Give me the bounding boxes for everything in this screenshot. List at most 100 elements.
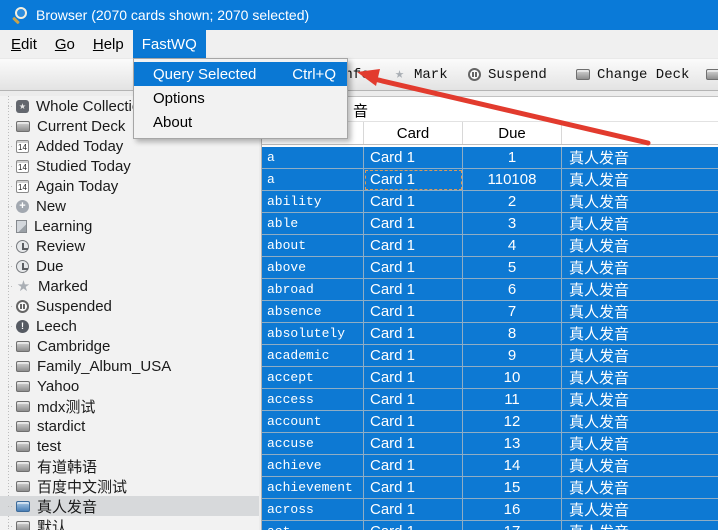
cell-card[interactable]: Card 1 xyxy=(364,521,463,530)
cell-sort[interactable]: absolutely xyxy=(262,323,364,345)
menu-item-query-selected[interactable]: Query SelectedCtrl+Q xyxy=(134,62,347,86)
cell-due[interactable]: 1 xyxy=(463,147,562,169)
cell-sort[interactable]: across xyxy=(262,499,364,521)
table-row[interactable]: ableCard 13真人发音 xyxy=(262,213,718,235)
cell-due[interactable]: 10 xyxy=(463,367,562,389)
sidebar-item[interactable]: mdx测试 xyxy=(0,396,259,416)
cell-card[interactable]: Card 1 xyxy=(364,257,463,279)
cell-due[interactable]: 8 xyxy=(463,323,562,345)
cell-due[interactable]: 2 xyxy=(463,191,562,213)
cell-sort[interactable]: ability xyxy=(262,191,364,213)
cell-card[interactable]: Card 1 xyxy=(364,213,463,235)
cell-sort[interactable]: academic xyxy=(262,345,364,367)
menu-edit[interactable]: Edit xyxy=(2,30,46,58)
menu-fastwq[interactable]: FastWQ xyxy=(133,30,206,58)
column-header-deck[interactable] xyxy=(562,122,718,144)
table-row[interactable]: acrossCard 116真人发音 xyxy=(262,499,718,521)
cell-card[interactable]: Card 1 xyxy=(364,235,463,257)
table-row[interactable]: actCard 117真人发音 xyxy=(262,521,718,530)
cell-card[interactable]: Card 1 xyxy=(364,433,463,455)
cell-due[interactable]: 110108 xyxy=(463,169,562,191)
toolbar-mark[interactable]: Mark xyxy=(392,59,448,90)
sidebar-item[interactable]: Again Today xyxy=(0,176,259,196)
sidebar-item[interactable]: Yahoo xyxy=(0,376,259,396)
sidebar-item[interactable]: Suspended xyxy=(0,296,259,316)
cell-card[interactable]: Card 1 xyxy=(364,455,463,477)
cell-card[interactable]: Card 1 xyxy=(364,279,463,301)
table-row[interactable]: absenceCard 17真人发音 xyxy=(262,301,718,323)
cell-deck[interactable]: 真人发音 xyxy=(562,213,718,235)
table-row[interactable]: academicCard 19真人发音 xyxy=(262,345,718,367)
cell-due[interactable]: 15 xyxy=(463,477,562,499)
cell-card[interactable]: Card 1 xyxy=(364,367,463,389)
table-row[interactable]: aCard 11真人发音 xyxy=(262,147,718,169)
sidebar-item[interactable]: Studied Today xyxy=(0,156,259,176)
cell-deck[interactable]: 真人发音 xyxy=(562,257,718,279)
table-row[interactable]: aboveCard 15真人发音 xyxy=(262,257,718,279)
cell-deck[interactable]: 真人发音 xyxy=(562,367,718,389)
table-row[interactable]: absolutelyCard 18真人发音 xyxy=(262,323,718,345)
cell-due[interactable]: 16 xyxy=(463,499,562,521)
cell-deck[interactable]: 真人发音 xyxy=(562,191,718,213)
cell-deck[interactable]: 真人发音 xyxy=(562,345,718,367)
cell-due[interactable]: 12 xyxy=(463,411,562,433)
sidebar-item[interactable]: Learning xyxy=(0,216,259,236)
cell-card[interactable]: Card 1 xyxy=(364,147,463,169)
cell-sort[interactable]: a xyxy=(262,169,364,191)
cell-due[interactable]: 4 xyxy=(463,235,562,257)
cell-deck[interactable]: 真人发音 xyxy=(562,411,718,433)
cell-deck[interactable]: 真人发音 xyxy=(562,235,718,257)
cell-deck[interactable]: 真人发音 xyxy=(562,477,718,499)
menu-go[interactable]: Go xyxy=(46,30,84,58)
cell-sort[interactable]: access xyxy=(262,389,364,411)
sidebar-item[interactable]: Leech xyxy=(0,316,259,336)
column-header-card[interactable]: Card xyxy=(364,122,463,144)
cell-sort[interactable]: a xyxy=(262,147,364,169)
cell-sort[interactable]: achievement xyxy=(262,477,364,499)
sidebar-item[interactable]: 真人发音 xyxy=(0,496,259,516)
sidebar-item[interactable]: stardict xyxy=(0,416,259,436)
cell-deck[interactable]: 真人发音 xyxy=(562,147,718,169)
cell-card[interactable]: Card 1 xyxy=(364,499,463,521)
sidebar-item[interactable]: Marked xyxy=(0,276,259,296)
cell-deck[interactable]: 真人发音 xyxy=(562,279,718,301)
cell-card[interactable]: Card 1 xyxy=(364,389,463,411)
cell-sort[interactable]: act xyxy=(262,521,364,530)
cell-sort[interactable]: above xyxy=(262,257,364,279)
sidebar-item[interactable]: 百度中文测试 xyxy=(0,476,259,496)
table-row[interactable]: acceptCard 110真人发音 xyxy=(262,367,718,389)
cell-due[interactable]: 5 xyxy=(463,257,562,279)
sidebar-item[interactable]: test xyxy=(0,436,259,456)
cell-deck[interactable]: 真人发音 xyxy=(562,301,718,323)
cell-due[interactable]: 3 xyxy=(463,213,562,235)
cell-card[interactable]: Card 1 xyxy=(364,191,463,213)
cell-card[interactable]: Card 1 xyxy=(364,345,463,367)
cell-sort[interactable]: account xyxy=(262,411,364,433)
cell-card[interactable]: Card 1 xyxy=(364,169,463,191)
table-row[interactable]: accountCard 112真人发音 xyxy=(262,411,718,433)
cell-deck[interactable]: 真人发音 xyxy=(562,499,718,521)
cell-sort[interactable]: achieve xyxy=(262,455,364,477)
cell-sort[interactable]: accuse xyxy=(262,433,364,455)
table-row[interactable]: abilityCard 12真人发音 xyxy=(262,191,718,213)
sidebar-item[interactable]: Cambridge xyxy=(0,336,259,356)
cell-due[interactable]: 6 xyxy=(463,279,562,301)
sidebar-item[interactable]: Added Today xyxy=(0,136,259,156)
menu-help[interactable]: Help xyxy=(84,30,133,58)
menu-item-about[interactable]: About xyxy=(134,110,347,134)
cell-deck[interactable]: 真人发音 xyxy=(562,433,718,455)
cell-deck[interactable]: 真人发音 xyxy=(562,323,718,345)
sidebar-item[interactable]: 默认 xyxy=(0,516,259,530)
table-row[interactable]: accessCard 111真人发音 xyxy=(262,389,718,411)
cell-sort[interactable]: able xyxy=(262,213,364,235)
table-row[interactable]: aboutCard 14真人发音 xyxy=(262,235,718,257)
table-row[interactable]: accuseCard 113真人发音 xyxy=(262,433,718,455)
cell-due[interactable]: 13 xyxy=(463,433,562,455)
cell-card[interactable]: Card 1 xyxy=(364,477,463,499)
cell-card[interactable]: Card 1 xyxy=(364,323,463,345)
cell-due[interactable]: 7 xyxy=(463,301,562,323)
sidebar-item[interactable]: Due xyxy=(0,256,259,276)
cell-deck[interactable]: 真人发音 xyxy=(562,389,718,411)
table-row[interactable]: aCard 1110108真人发音 xyxy=(262,169,718,191)
sidebar-item[interactable]: Review xyxy=(0,236,259,256)
